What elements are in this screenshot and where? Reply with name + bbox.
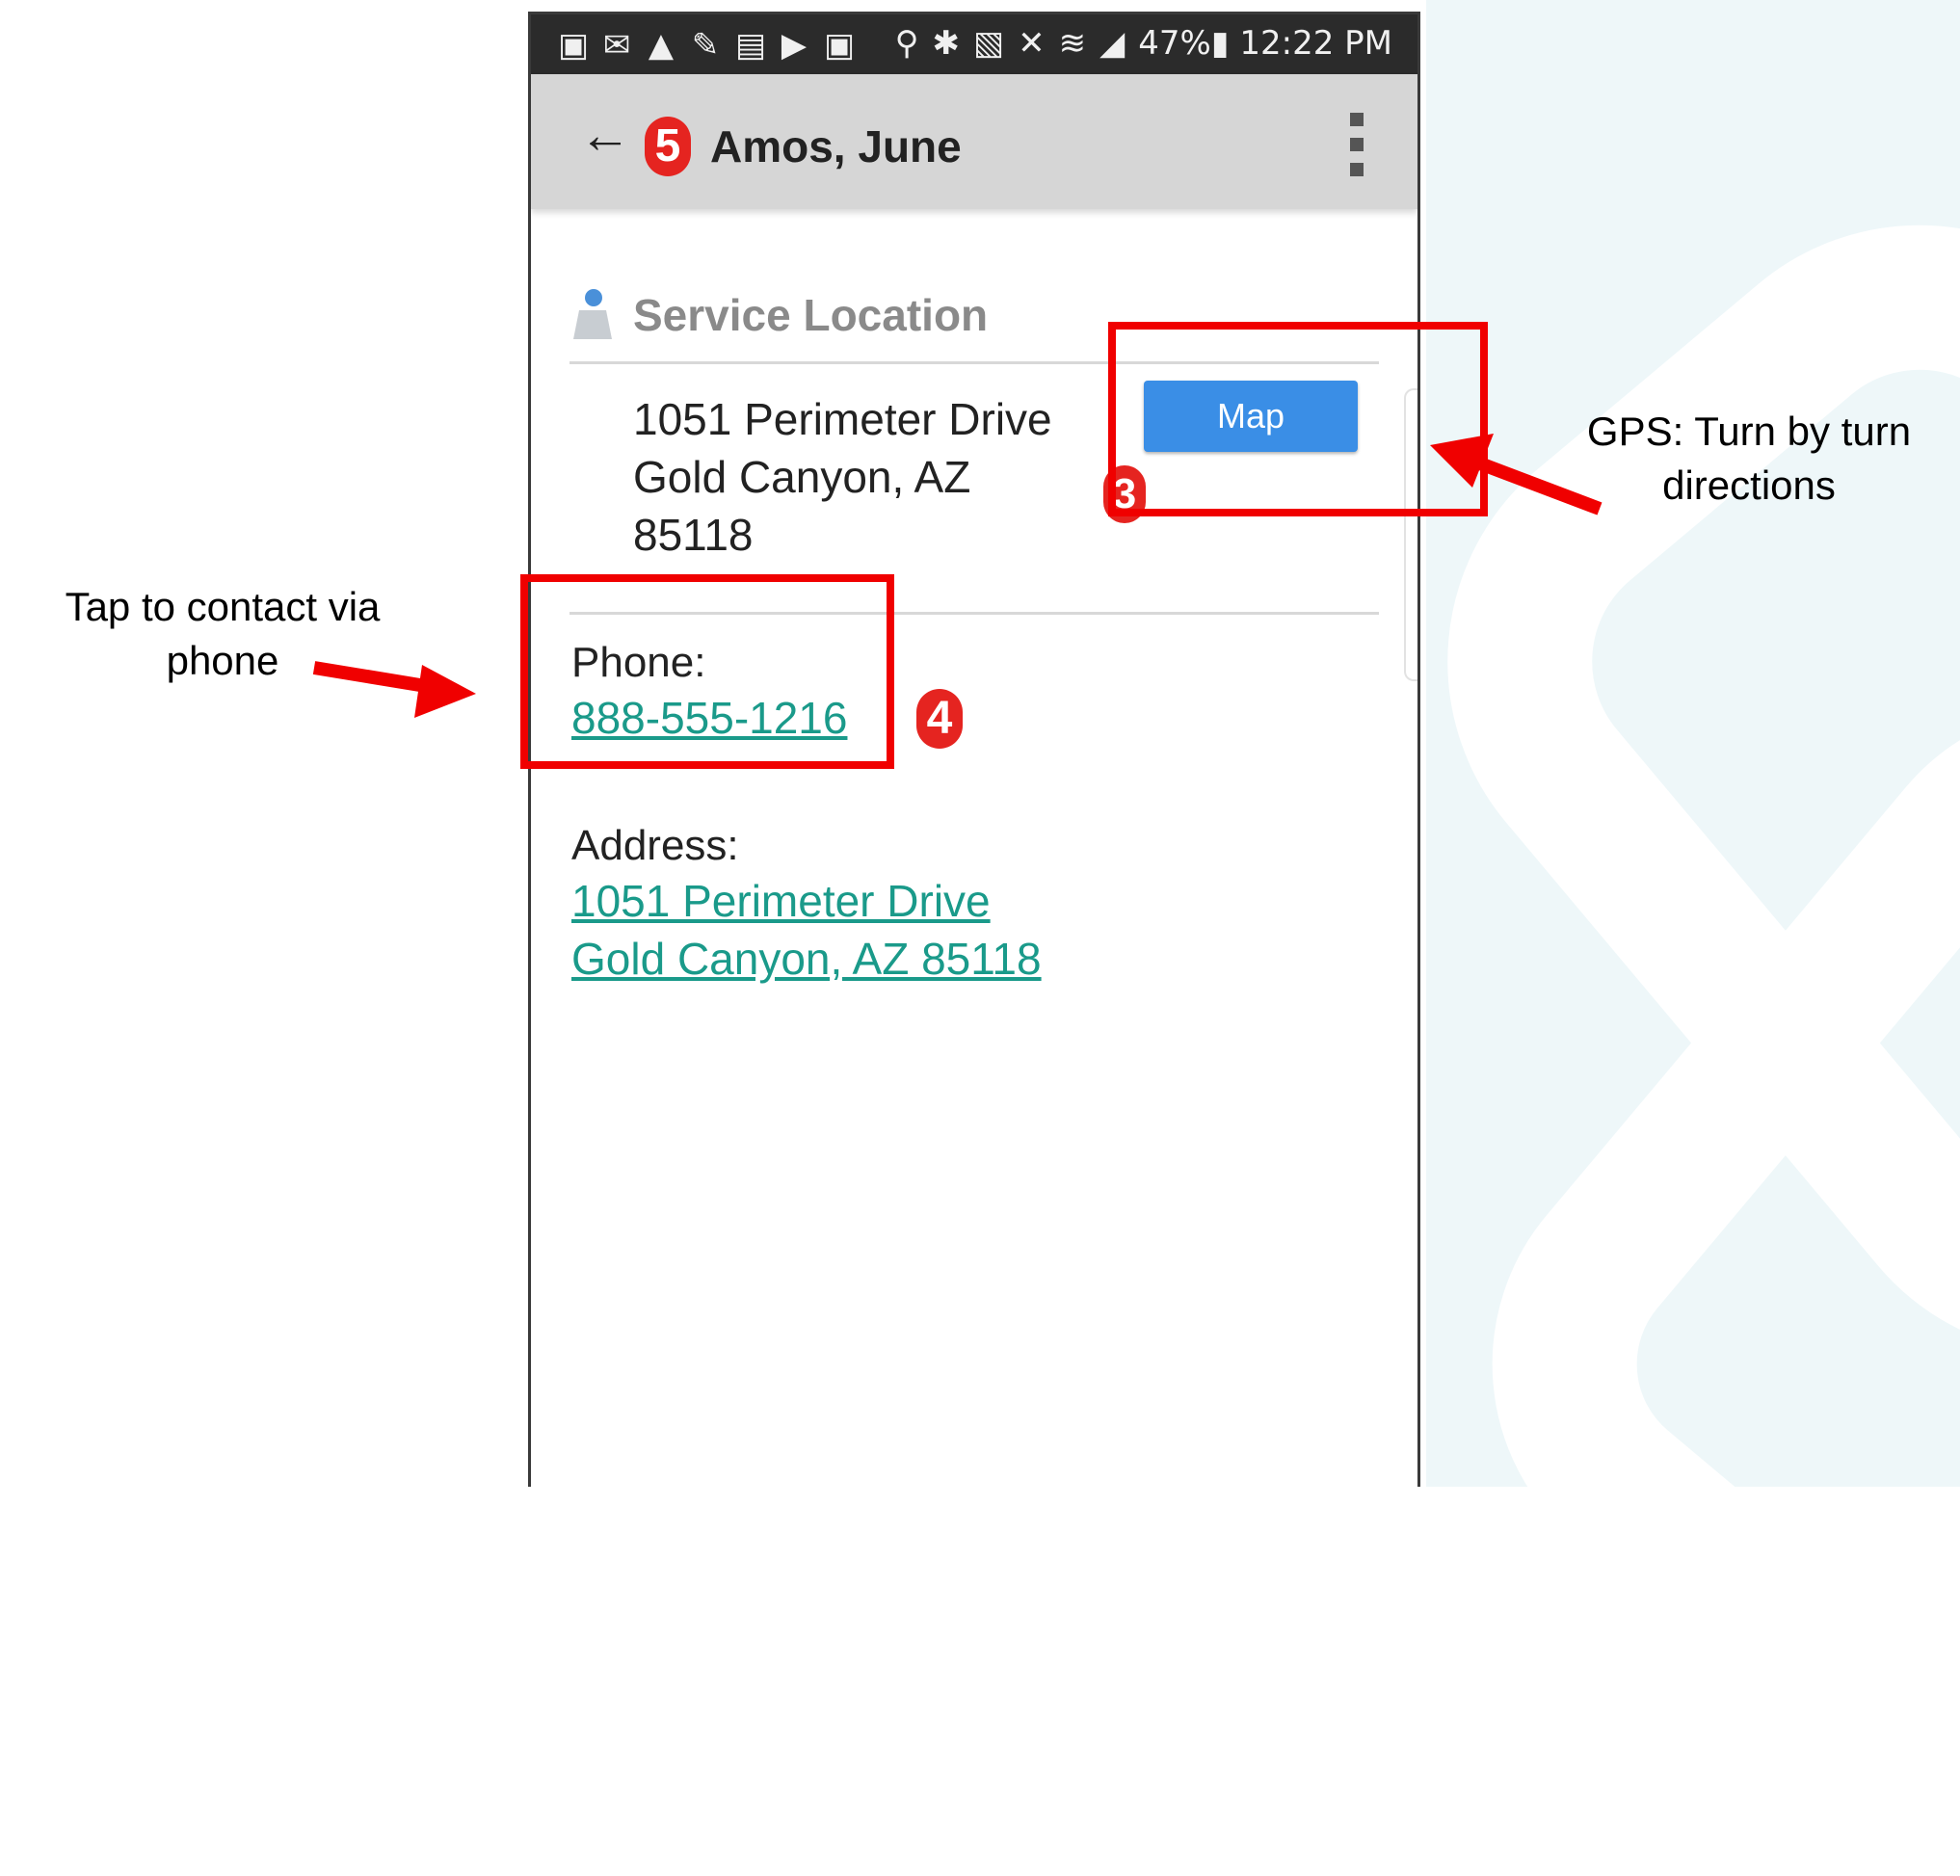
annotation-arrows [312,434,1602,718]
phone-callout: Tap to contact via phone [65,584,381,683]
gps-callout: GPS: Turn by turn directions [1586,409,1912,508]
